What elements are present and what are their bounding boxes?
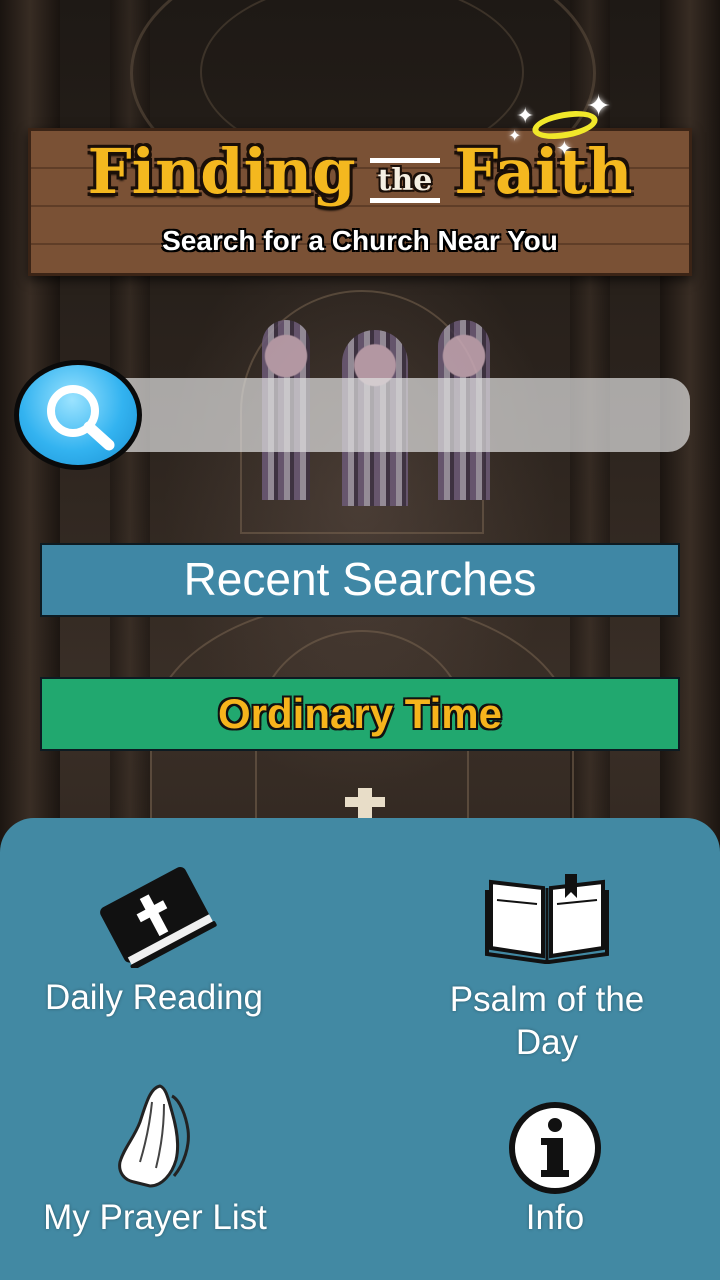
liturgical-season-button[interactable]: Ordinary Time — [40, 677, 680, 751]
app-subtitle: Search for a Church Near You — [162, 225, 558, 256]
bottom-menu-panel: Daily Reading Psalm of the Day My Prayer… — [0, 818, 720, 1280]
sparkle-icon: ✦ — [516, 104, 535, 129]
praying-hands-icon — [118, 1084, 190, 1188]
psalm-of-the-day-label: Psalm of the Day — [449, 980, 645, 1062]
info-tile[interactable]: Info — [470, 1100, 640, 1239]
search-icon — [47, 385, 115, 451]
sparkle-icon: ✦ — [556, 136, 573, 160]
title-word-finding: Finding — [87, 135, 356, 208]
search-button[interactable] — [14, 360, 142, 470]
daily-reading-label: Daily Reading — [45, 978, 263, 1017]
title-word-faith: Faith — [454, 135, 633, 208]
prayer-list-tile[interactable]: My Prayer List — [10, 1082, 300, 1239]
title-word-the: the — [369, 158, 441, 203]
sparkle-icon: ✦ — [586, 89, 612, 124]
search-input[interactable] — [100, 378, 690, 452]
app-header-banner: Finding the Faith Search for a Church Near… — [28, 128, 692, 276]
sparkle-icon: ✦ — [508, 126, 522, 145]
info-label: Info — [525, 1198, 585, 1237]
app-title: Finding the Faith — [31, 135, 689, 211]
daily-reading-tile[interactable]: Daily Reading — [14, 858, 294, 1019]
prayer-list-label: My Prayer List — [43, 1198, 267, 1237]
recent-searches-button[interactable]: Recent Searches — [40, 543, 680, 617]
bible-icon — [100, 866, 217, 968]
open-book-icon — [485, 874, 609, 964]
psalm-of-the-day-tile[interactable]: Psalm of the Day — [412, 870, 682, 1064]
info-icon — [509, 1102, 601, 1194]
